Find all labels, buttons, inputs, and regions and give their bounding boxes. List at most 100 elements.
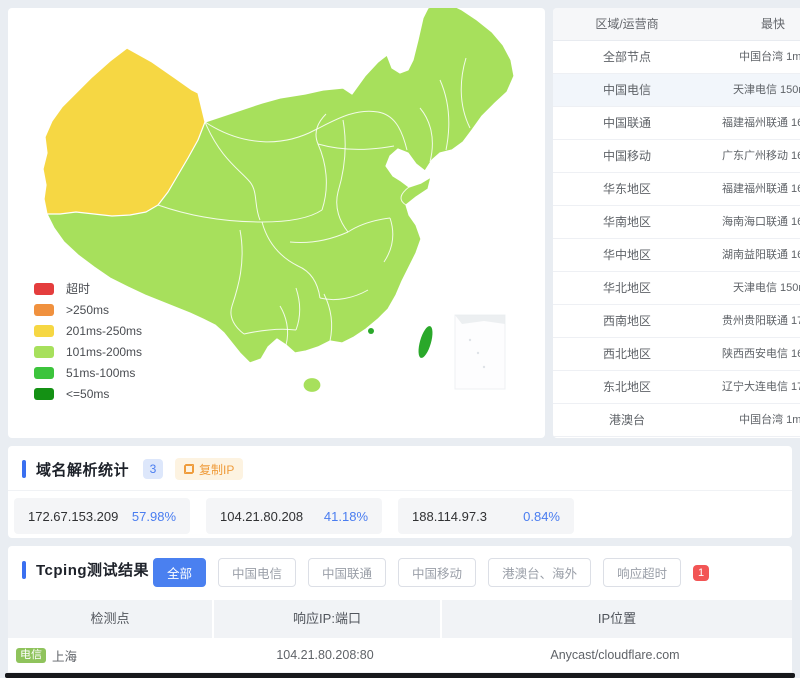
legend-label: <=50ms (66, 387, 109, 401)
region-name: 全部节点 (553, 41, 701, 74)
legend-label: 201ms-250ms (66, 324, 142, 338)
ip-address: 188.114.97.3 (412, 509, 487, 524)
ip-percentage: 57.98% (132, 509, 176, 524)
column-header-ip-location: IP位置 (442, 600, 792, 638)
filter-tab[interactable]: 全部 (153, 558, 206, 587)
legend-color-swatch (34, 388, 54, 400)
legend-color-swatch (34, 367, 54, 379)
legend-item: 51ms-100ms (34, 362, 142, 383)
ip-address: 172.67.153.209 (28, 509, 118, 524)
ip-address: 104.21.80.208 (220, 509, 303, 524)
tcping-table-header: 检测点 响应IP:端口 IP位置 (8, 600, 792, 638)
legend-color-swatch (34, 283, 54, 295)
legend-item: 101ms-200ms (34, 341, 142, 362)
south-china-sea-inset (455, 315, 505, 389)
region-name: 港澳台 (553, 404, 701, 437)
table-row[interactable]: 电信 上海 104.21.80.208:80 Anycast/cloudflar… (8, 638, 792, 673)
region-name: 中国移动 (553, 140, 701, 173)
page-title: 域名解析统计 (36, 459, 129, 480)
legend-label: 101ms-200ms (66, 345, 142, 359)
map-region-hongkong (368, 328, 374, 334)
table-row[interactable]: 华南地区 海南海口联通 164ms (553, 206, 800, 239)
filter-tab[interactable]: 港澳台、海外 (488, 558, 591, 587)
copy-ip-label: 复制IP (199, 461, 234, 478)
table-row[interactable]: 全部节点 中国台湾 1ms (553, 41, 800, 74)
title-accent-bar (22, 460, 26, 478)
table-row[interactable]: 华北地区 天津电信 150ms (553, 272, 800, 305)
legend-color-swatch (34, 304, 54, 316)
fastest-node-value: 中国台湾 1ms (698, 41, 800, 74)
region-name: 中国联通 (553, 107, 701, 140)
filter-tab[interactable]: 中国移动 (398, 558, 476, 587)
table-row[interactable]: 东北地区 辽宁大连电信 170ms (553, 371, 800, 404)
table-row[interactable]: 中国电信 天津电信 150ms (553, 74, 800, 107)
filter-tab[interactable]: 响应超时 (603, 558, 681, 587)
region-name: 西南地区 (553, 305, 701, 338)
copy-icon (184, 464, 194, 474)
resolved-ip-chip[interactable]: 104.21.80.208 41.18% (206, 498, 382, 534)
latency-legend: 超时 >250ms 201ms-250ms 101ms-200ms 51ms-1… (34, 278, 142, 404)
ip-percentage: 41.18% (324, 509, 368, 524)
table-row[interactable]: 华中地区 湖南益阳联通 168ms (553, 239, 800, 272)
tcping-results-section: Tcping测试结果 全部 中国电信 中国联通 中国移动 港澳台、海外 响应超时… (8, 546, 792, 678)
ip-count-badge: 3 (143, 459, 163, 479)
filter-tab[interactable]: 中国电信 (218, 558, 296, 587)
dns-resolution-section: 域名解析统计 3 复制IP 172.67.153.209 57.98% 104.… (8, 446, 792, 538)
table-row[interactable]: 中国移动 广东广州移动 165ms (553, 140, 800, 173)
region-name: 华东地区 (553, 173, 701, 206)
column-header-checkpoint: 检测点 (8, 600, 212, 638)
fastest-node-value: 贵州贵阳联通 171ms (698, 305, 800, 338)
bottom-bar (5, 673, 795, 678)
fastest-node-value: 广东广州移动 165ms (698, 140, 800, 173)
filter-tab[interactable]: 中国联通 (308, 558, 386, 587)
region-name: 华中地区 (553, 239, 701, 272)
legend-item: >250ms (34, 299, 142, 320)
legend-item: 超时 (34, 278, 142, 299)
tcping-table: 检测点 响应IP:端口 IP位置 电信 上海 104.21.80.208:80 … (8, 600, 792, 673)
ip-location-value: Anycast/cloudflare.com (438, 648, 792, 662)
legend-color-swatch (34, 325, 54, 337)
ip-percentage: 0.84% (523, 509, 560, 524)
region-column-header: 区域/运营商 (553, 8, 701, 41)
divider (8, 490, 792, 491)
legend-color-swatch (34, 346, 54, 358)
region-name: 华北地区 (553, 272, 701, 305)
fastest-node-value: 福建福州联通 162ms (698, 107, 800, 140)
map-region-hainan (303, 378, 321, 393)
fastest-node-value: 中国台湾 1ms (698, 404, 800, 437)
isp-badge: 电信 (16, 648, 46, 663)
legend-label: 超时 (66, 280, 90, 297)
table-row[interactable]: 西南地区 贵州贵阳联通 171ms (553, 305, 800, 338)
fastest-node-value: 福建福州联通 162ms (698, 173, 800, 206)
fastest-node-value: 海南海口联通 164ms (698, 206, 800, 239)
region-name: 东北地区 (553, 371, 701, 404)
legend-item: <=50ms (34, 383, 142, 404)
map-region-taiwan (416, 325, 436, 360)
response-ip-port: 104.21.80.208:80 (212, 648, 438, 662)
region-name: 中国电信 (553, 74, 701, 107)
latency-map-panel: 超时 >250ms 201ms-250ms 101ms-200ms 51ms-1… (8, 8, 545, 438)
copy-ip-button[interactable]: 复制IP (175, 458, 243, 480)
region-isp-table: 区域/运营商 最快 全部节点 中国台湾 1ms 中国电信 天津电信 150ms … (553, 8, 800, 438)
section-title: Tcping测试结果 (36, 559, 149, 580)
legend-item: 201ms-250ms (34, 320, 142, 341)
fastest-node-value: 辽宁大连电信 170ms (698, 371, 800, 404)
region-name: 华南地区 (553, 206, 701, 239)
fastest-node-value: 陕西西安电信 166ms (698, 338, 800, 371)
fastest-node-value: 湖南益阳联通 168ms (698, 239, 800, 272)
fastest-node-value: 天津电信 150ms (698, 272, 800, 305)
region-table-header: 区域/运营商 最快 (553, 8, 800, 41)
column-header-ip-port: 响应IP:端口 (214, 600, 440, 638)
table-row[interactable]: 中国联通 福建福州联通 162ms (553, 107, 800, 140)
fastest-column-header: 最快 (698, 8, 800, 41)
table-row[interactable]: 华东地区 福建福州联通 162ms (553, 173, 800, 206)
checkpoint-location: 上海 (52, 646, 77, 665)
resolved-ip-chip[interactable]: 172.67.153.209 57.98% (14, 498, 190, 534)
timeout-count-badge: 1 (693, 565, 709, 581)
region-name: 西北地区 (553, 338, 701, 371)
fastest-node-value: 天津电信 150ms (698, 74, 800, 107)
resolved-ip-chip[interactable]: 188.114.97.3 0.84% (398, 498, 574, 534)
table-row[interactable]: 西北地区 陕西西安电信 166ms (553, 338, 800, 371)
table-row[interactable]: 港澳台 中国台湾 1ms (553, 404, 800, 437)
legend-label: 51ms-100ms (66, 366, 135, 380)
